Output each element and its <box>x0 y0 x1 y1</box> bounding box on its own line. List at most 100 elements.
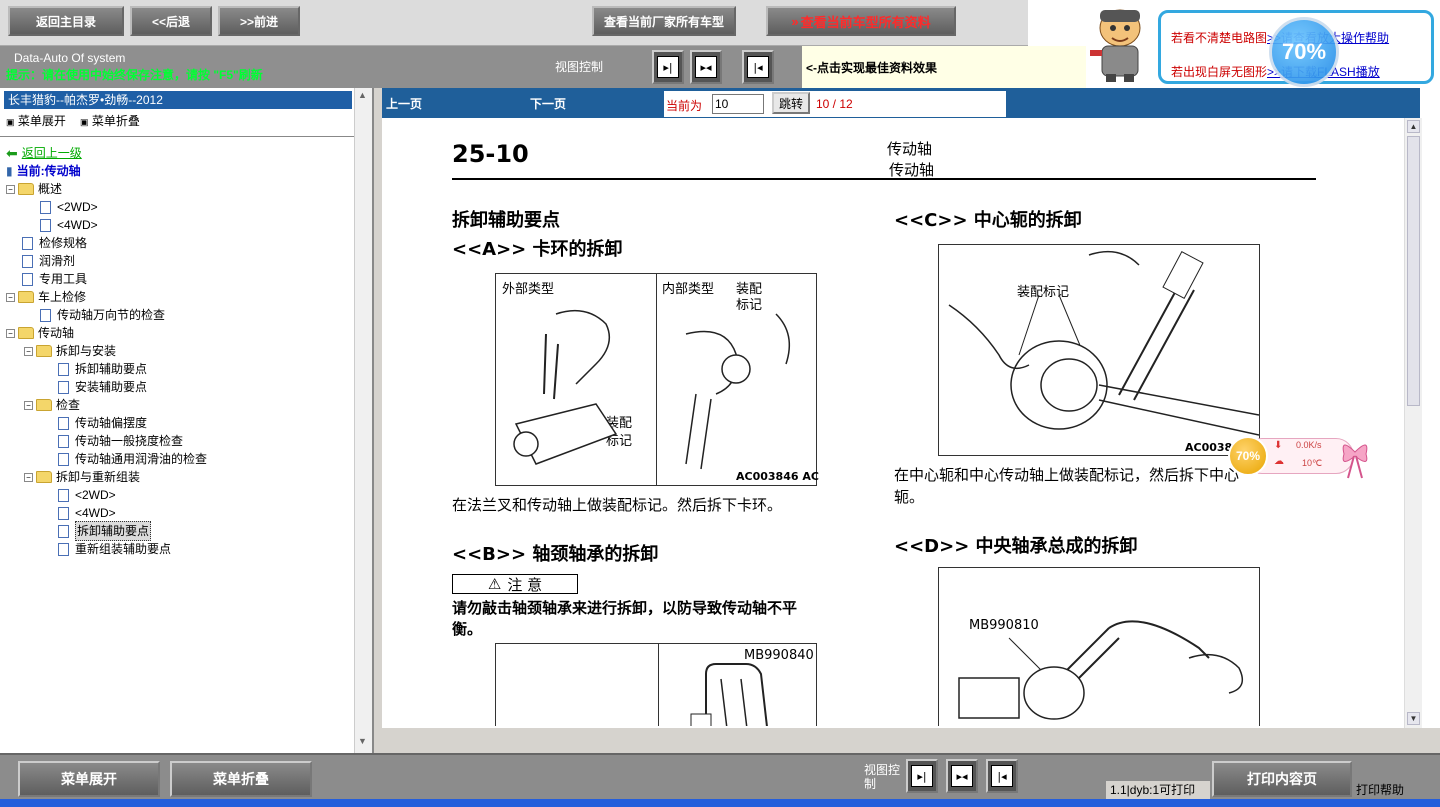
bottom-toolbar: 菜单展开 菜单折叠 视图控制 ▸| ▸◂ |◂ 1.1|dyb:1可打印 打印内… <box>0 753 1440 799</box>
figure-b: MB990840 <box>495 643 817 726</box>
tree-folder[interactable]: − 传动轴 <box>6 324 74 342</box>
tree-item[interactable]: 安装辅助要点 <box>42 378 147 396</box>
bottom-expand-button[interactable]: 菜单展开 <box>18 761 160 797</box>
doc-scroll-down-icon[interactable]: ▼ <box>1407 712 1420 725</box>
jump-button[interactable]: 跳转 <box>772 92 810 114</box>
doc-scroll-up-icon[interactable]: ▲ <box>1407 120 1420 133</box>
sidebar-scrollbar[interactable]: ▲ ▼ <box>354 88 372 753</box>
document-icon <box>22 254 33 268</box>
tree-item[interactable]: 传动轴偏摆度 <box>42 414 147 432</box>
page-number: 25-10 <box>452 140 529 168</box>
widget-temp: 10℃ <box>1302 458 1323 468</box>
bottom-view-left-button[interactable]: ▸| <box>906 759 938 793</box>
tree-item[interactable]: <2WD> <box>42 486 116 504</box>
section-d-heading: <<D>> 中央轴承总成的拆卸 <box>894 536 1138 557</box>
tree-label: 传动轴万向节的检查 <box>57 308 166 322</box>
view-split-button[interactable]: ▸◂ <box>690 50 722 84</box>
print-help-link[interactable]: 打印帮助 <box>1356 781 1404 798</box>
collapse-square-icon: ▣ <box>80 117 89 127</box>
split-arrows-icon: ▸◂ <box>695 56 717 78</box>
bow-icon <box>1342 444 1368 479</box>
collapse-toggle-icon[interactable]: − <box>6 292 15 302</box>
menu-collapse-link[interactable]: ▣ 菜单折叠 <box>80 112 140 129</box>
forward-button[interactable]: >>前进 <box>218 6 300 36</box>
tree-item[interactable]: 传动轴通用润滑油的检查 <box>42 450 207 468</box>
doc-scroll-thumb[interactable] <box>1407 136 1420 406</box>
tree-label: 拆卸辅助要点 <box>75 362 148 376</box>
content-panel: 上一页 下一页 当前为 跳转 10 / 12 25-10 传动轴 传动轴 拆卸辅… <box>382 88 1440 753</box>
pager-bar: 上一页 下一页 当前为 跳转 10 / 12 <box>382 88 1420 118</box>
tree-item[interactable]: <4WD> <box>42 504 116 522</box>
menu-expand-link[interactable]: ▣ 菜单展开 <box>6 112 66 129</box>
folder-icon <box>18 291 34 303</box>
section-c-text-1: 在中心轭和中心传动轴上做装配标记，然后拆下中心 <box>894 466 1240 484</box>
model-data-button[interactable]: » 查看当前车型所有资料 <box>766 6 956 36</box>
tree-folder[interactable]: − 拆卸与重新组装 <box>24 468 140 486</box>
back-up-link[interactable]: ⬅ 返回上一级 <box>6 144 82 162</box>
document-icon <box>40 308 51 322</box>
tree-label: 概述 <box>38 182 63 196</box>
tree-label: 传动轴 <box>38 326 75 340</box>
tree-item[interactable]: 润滑剂 <box>6 252 75 270</box>
home-button[interactable]: 返回主目录 <box>8 6 124 36</box>
network-speed-widget[interactable]: 70% ⬇ ☁ 0.0K/s 10℃ <box>1228 432 1370 480</box>
tree-item[interactable]: 传动轴一般挠度检查 <box>42 432 183 450</box>
content-bottom-band <box>382 728 1440 753</box>
maker-models-button[interactable]: 查看当前厂家所有车型 <box>592 6 736 36</box>
tree-item[interactable]: <2WD> <box>24 198 98 216</box>
collapse-toggle-icon[interactable]: − <box>6 184 15 194</box>
page-header-2: 传动轴 <box>889 161 935 179</box>
tree-folder[interactable]: − 检查 <box>24 396 80 414</box>
print-page-button[interactable]: 打印内容页 <box>1212 761 1352 797</box>
section-b-heading: <<B>> 轴颈轴承的拆卸 <box>452 544 659 565</box>
collapse-toggle-icon[interactable]: − <box>24 400 33 410</box>
system-bar: Data-Auto Of system 提示：请在使用中始终保存注意，请按 "F… <box>0 46 1086 88</box>
collapse-toggle-icon[interactable]: − <box>24 346 33 356</box>
center-yoke-drawing <box>948 250 1259 436</box>
page-count: 10 / 12 <box>816 97 853 111</box>
view-left-button[interactable]: ▸| <box>652 50 684 84</box>
document-scrollbar[interactable]: ▲ ▼ <box>1404 118 1422 728</box>
document-icon <box>58 524 69 538</box>
app-window: 返回主目录 <<后退 >>前进 查看当前厂家所有车型 » 查看当前车型所有资料 … <box>0 0 1440 807</box>
mascot-icon <box>1090 9 1141 82</box>
tree-folder[interactable]: − 车上检修 <box>6 288 86 306</box>
document-icon <box>40 200 51 214</box>
tree-item[interactable]: 拆卸辅助要点 <box>42 360 147 378</box>
prev-page-button[interactable]: 上一页 <box>386 95 422 112</box>
section-c-text-2: 轭。 <box>894 488 925 506</box>
tree-item[interactable]: 专用工具 <box>6 270 87 288</box>
tree-label: 检查 <box>56 398 81 412</box>
tree-item[interactable]: 传动轴万向节的检查 <box>24 306 165 324</box>
folder-icon <box>36 345 52 357</box>
page-number-input[interactable] <box>712 94 764 114</box>
cloud-icon: ☁ <box>1274 456 1284 467</box>
tree-folder[interactable]: − 概述 <box>6 180 62 198</box>
bottom-collapse-button[interactable]: 菜单折叠 <box>170 761 312 797</box>
help-line-1-text: 若看不清楚电路图 <box>1171 31 1268 45</box>
scroll-up-icon[interactable]: ▲ <box>358 90 370 102</box>
document-icon <box>22 272 33 286</box>
view-right-button[interactable]: |◂ <box>742 50 774 84</box>
menu-expand-label: 菜单展开 <box>17 114 66 128</box>
back-button[interactable]: <<后退 <box>130 6 212 36</box>
tree-item[interactable]: 拆卸辅助要点 <box>42 521 152 541</box>
bearing-tool-drawing <box>690 663 768 726</box>
next-page-button[interactable]: 下一页 <box>530 95 566 112</box>
collapse-toggle-icon[interactable]: − <box>24 472 33 482</box>
tree-folder[interactable]: − 拆卸与安装 <box>24 342 116 360</box>
tree-item[interactable]: 检修规格 <box>6 234 87 252</box>
bottom-view-right-button[interactable]: |◂ <box>986 759 1018 793</box>
scroll-down-icon[interactable]: ▼ <box>358 736 370 748</box>
bottom-view-split-button[interactable]: ▸◂ <box>946 759 978 793</box>
tree-item[interactable]: 重新组装辅助要点 <box>42 540 171 558</box>
bottom-arrow-right-bar-icon: ▸| <box>911 765 933 787</box>
back-up-label: 返回上一级 <box>21 146 82 160</box>
collapse-toggle-icon[interactable]: − <box>6 328 15 338</box>
bottom-split-arrows-icon: ▸◂ <box>951 765 973 787</box>
back-arrow-icon: ⬅ <box>6 145 18 161</box>
document-icon <box>58 416 69 430</box>
bottom-arrow-left-bar-icon: |◂ <box>991 765 1013 787</box>
tree-label: <4WD> <box>75 506 116 520</box>
tree-item[interactable]: <4WD> <box>24 216 98 234</box>
